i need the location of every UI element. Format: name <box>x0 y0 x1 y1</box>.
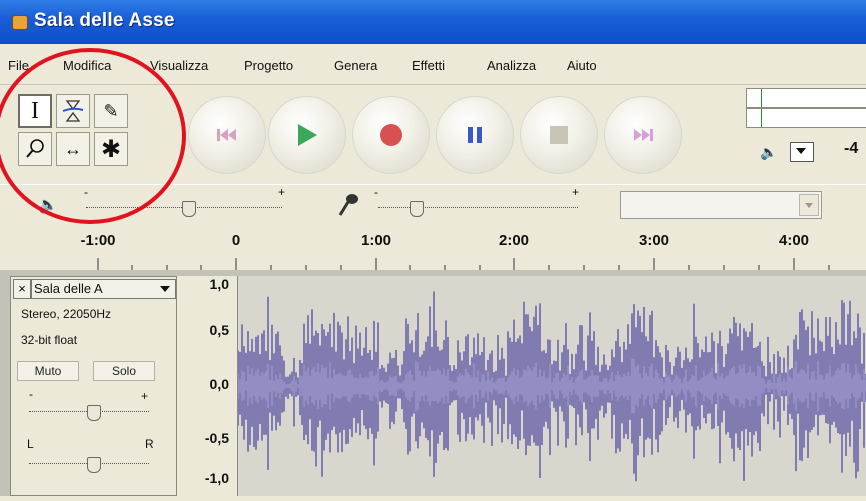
output-volume-icon: 🔈 <box>38 197 58 214</box>
menu-aiuto[interactable]: Aiuto <box>567 58 597 73</box>
ruler-label: 4:00 <box>778 232 810 249</box>
solo-button[interactable]: Solo <box>93 361 155 381</box>
track-bitdepth: 32-bit float <box>21 333 78 347</box>
envelope-tool-icon <box>62 100 84 122</box>
play-button[interactable] <box>268 96 346 174</box>
track-control-panel: × Sala delle A Stereo, 22050Hz 32-bit fl… <box>10 276 177 496</box>
skip-start-icon <box>217 129 236 141</box>
track-name: Sala delle A <box>34 281 103 296</box>
mixer-toolbar: 🔈 - + - + <box>0 184 866 228</box>
menu-genera[interactable]: Genera <box>334 58 377 73</box>
play-icon <box>298 124 317 146</box>
ruler-label: 1:00 <box>360 232 392 249</box>
skip-end-icon <box>634 129 653 141</box>
menu-progetto[interactable]: Progetto <box>244 58 293 73</box>
scale-label: -0,5 <box>204 430 229 446</box>
meter-dropdown-button[interactable] <box>790 142 814 162</box>
gain-plus-label: + <box>141 389 149 403</box>
pause-icon <box>468 127 482 143</box>
selection-tool-icon: I <box>31 97 39 124</box>
zoom-tool-button[interactable] <box>18 132 52 166</box>
record-icon <box>380 124 402 146</box>
meter-right-bar[interactable] <box>746 108 866 128</box>
amplitude-scale: 1,0 0,5 0,0 -0,5 -1,0 <box>177 276 237 496</box>
menu-visualizza[interactable]: Visualizza <box>150 58 208 73</box>
skip-start-button[interactable] <box>188 96 266 174</box>
timeshift-tool-icon: ↔ <box>64 138 82 159</box>
draw-tool-icon: ✎ <box>103 100 119 121</box>
menu-effetti[interactable]: Effetti <box>412 58 445 73</box>
meter-left-bar[interactable] <box>746 88 866 108</box>
track-name-menu[interactable]: Sala delle A <box>31 279 176 299</box>
zoom-tool-icon <box>26 139 44 158</box>
mute-button[interactable]: Muto <box>17 361 79 381</box>
gain-slider[interactable] <box>87 405 101 421</box>
skip-end-button[interactable] <box>604 96 682 174</box>
stop-icon <box>550 126 568 144</box>
timeline-ruler[interactable]: -1:00 0 1:00 2:00 3:00 4:00 <box>0 226 866 271</box>
envelope-tool-button[interactable] <box>56 94 90 128</box>
output-volume-slider[interactable] <box>182 201 196 217</box>
ruler-ticks <box>97 258 830 270</box>
track-close-button[interactable]: × <box>13 279 31 299</box>
scale-label: 0,0 <box>209 376 229 392</box>
input-max-mark: + <box>572 185 580 199</box>
pan-right-label: R <box>145 437 154 451</box>
ruler-label: 3:00 <box>638 232 670 249</box>
record-button[interactable] <box>352 96 430 174</box>
chevron-down-icon <box>805 203 813 208</box>
gain-minus-label: - <box>29 387 33 401</box>
chevron-down-icon <box>160 286 170 292</box>
waveform <box>237 291 866 482</box>
select-arrow-button[interactable] <box>799 194 819 216</box>
selection-tool-button[interactable]: I <box>18 94 52 128</box>
track-format: Stereo, 22050Hz <box>21 307 112 321</box>
app-icon <box>12 15 28 30</box>
title-bar: Sala delle Asse <box>0 0 866 44</box>
window-title: Sala delle Asse <box>34 10 175 31</box>
track-area: × Sala delle A Stereo, 22050Hz 32-bit fl… <box>0 270 866 496</box>
tools-toolbar: I ✎ ↔ ✱ <box>8 88 178 184</box>
waveform-display[interactable] <box>237 276 866 496</box>
input-volume-track <box>378 207 578 208</box>
multi-tool-button[interactable]: ✱ <box>94 132 128 166</box>
ruler-label: -1:00 <box>80 232 116 249</box>
scale-label: 0,5 <box>209 322 229 338</box>
meter-value: -4 <box>844 140 859 157</box>
multi-tool-icon: ✱ <box>100 135 122 163</box>
scale-label: 1,0 <box>209 276 229 292</box>
output-min-mark: - <box>84 185 88 199</box>
ruler-label: 2:00 <box>498 232 530 249</box>
input-source-select[interactable] <box>620 191 822 219</box>
menu-analizza[interactable]: Analizza <box>487 58 536 73</box>
draw-tool-button[interactable]: ✎ <box>94 94 128 128</box>
input-volume-slider[interactable] <box>410 201 424 217</box>
pan-slider[interactable] <box>87 457 101 473</box>
stop-button[interactable] <box>520 96 598 174</box>
menu-file[interactable]: File <box>8 58 29 73</box>
scale-label: -1,0 <box>204 470 229 486</box>
ruler-label: 0 <box>231 232 241 249</box>
microphone-icon <box>338 194 358 216</box>
timeshift-tool-button[interactable]: ↔ <box>56 132 90 166</box>
input-min-mark: - <box>374 185 378 199</box>
speaker-icon: 🔈 <box>760 144 778 160</box>
menu-modifica[interactable]: Modifica <box>63 58 111 73</box>
pan-left-label: L <box>27 437 34 451</box>
chevron-down-icon <box>796 148 806 154</box>
meter-toolbar: L R 🔈 -4 <box>720 88 866 184</box>
pause-button[interactable] <box>436 96 514 174</box>
output-max-mark: + <box>278 185 286 199</box>
menu-bar: File Modifica Visualizza Progetto Genera… <box>0 44 866 85</box>
